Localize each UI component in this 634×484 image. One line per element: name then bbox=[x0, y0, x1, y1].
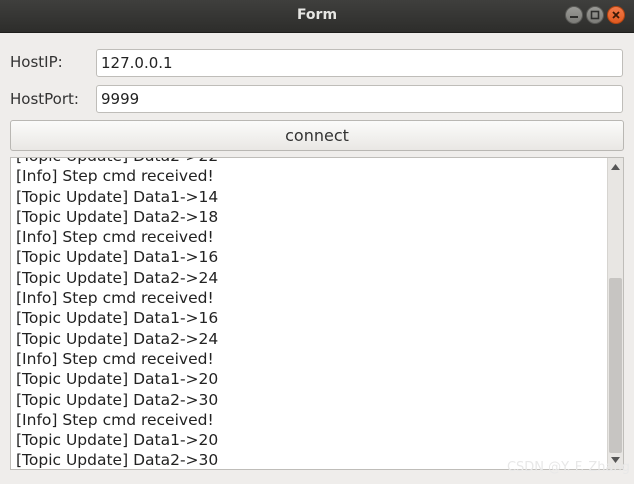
log-lines: [Topic Update] Data2->22[Info] Step cmd … bbox=[16, 158, 219, 470]
host-port-label: HostPort: bbox=[10, 90, 79, 108]
watermark: CSDN @Y. F. Zhang bbox=[506, 460, 630, 475]
connect-button[interactable]: connect bbox=[10, 120, 624, 151]
log-line: [Info] Step cmd received! bbox=[16, 167, 214, 186]
log-line: [Topic Update] Data1->16 bbox=[16, 309, 219, 328]
host-port-input[interactable]: 9999 bbox=[96, 85, 623, 113]
log-output[interactable]: [Topic Update] Data2->22[Info] Step cmd … bbox=[10, 157, 624, 470]
minimize-icon bbox=[570, 16, 578, 18]
log-line: [Info] Step cmd received! bbox=[16, 349, 214, 368]
scroll-thumb[interactable] bbox=[609, 278, 622, 453]
host-ip-input[interactable]: 127.0.0.1 bbox=[96, 49, 623, 77]
log-line: [Topic Update] Data2->24 bbox=[16, 329, 219, 348]
log-line: [Info] Step cmd received! bbox=[16, 228, 214, 247]
maximize-icon bbox=[590, 10, 600, 20]
log-line: [Topic Update] Data1->14 bbox=[16, 187, 219, 206]
arrow-up-icon bbox=[611, 164, 620, 170]
maximize-button[interactable] bbox=[586, 6, 604, 24]
log-line: [Topic Update] Data2->24 bbox=[16, 268, 219, 287]
close-icon bbox=[612, 11, 620, 19]
window-title: Form bbox=[296, 7, 338, 23]
log-line: [Topic Update] Data2->30 bbox=[16, 390, 219, 409]
scroll-up-button[interactable] bbox=[608, 160, 623, 174]
window-controls bbox=[565, 6, 625, 24]
log-line: [Topic Update] Data2->30 bbox=[16, 451, 219, 470]
log-line: [Topic Update] Data1->20 bbox=[16, 370, 219, 389]
log-line: [Info] Step cmd received! bbox=[16, 410, 214, 429]
minimize-button[interactable] bbox=[565, 6, 583, 24]
close-button[interactable] bbox=[607, 6, 625, 24]
host-ip-label: HostIP: bbox=[10, 53, 63, 71]
log-scrollbar[interactable] bbox=[607, 158, 623, 469]
form-content: HostIP: 127.0.0.1 HostPort: 9999 connect… bbox=[0, 33, 634, 484]
log-line: [Topic Update] Data1->16 bbox=[16, 248, 219, 267]
title-bar[interactable]: Form bbox=[0, 0, 634, 33]
log-line: [Topic Update] Data2->18 bbox=[16, 207, 219, 226]
log-line: [Topic Update] Data1->20 bbox=[16, 431, 219, 450]
log-line: [Topic Update] Data2->22 bbox=[16, 158, 218, 166]
log-line: [Info] Step cmd received! bbox=[16, 289, 214, 308]
form-window: Form HostIP: 127.0.0.1 HostPort: 9999 co… bbox=[0, 0, 634, 484]
